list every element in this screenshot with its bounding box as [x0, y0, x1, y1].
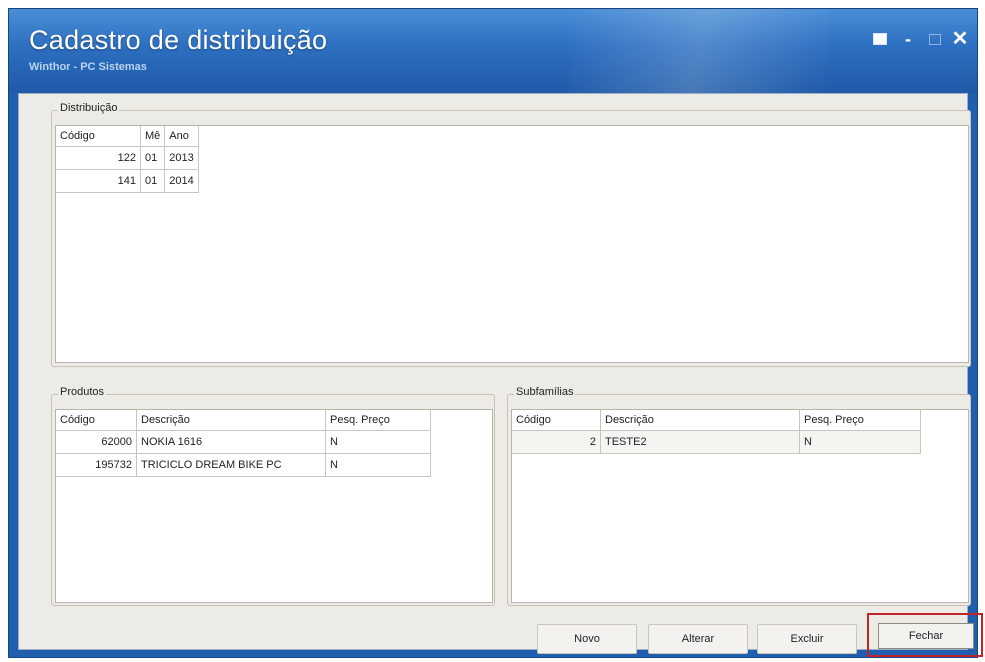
col-mes[interactable]: Mê — [140, 126, 166, 147]
subfamilias-header-row: Código Descrição Pesq. Preço — [512, 410, 921, 431]
cell-codigo[interactable]: 122 — [56, 146, 141, 170]
distribuicao-header-row: Código Mê Ano — [56, 126, 199, 147]
fechar-highlight: Fechar — [867, 613, 983, 657]
produtos-table: Código Descrição Pesq. Preço 62000 NOKIA… — [56, 410, 431, 477]
produtos-grid[interactable]: Código Descrição Pesq. Preço 62000 NOKIA… — [55, 409, 493, 603]
distribuicao-group: Distribuição Código Mê Ano 122 01 2013 1… — [51, 102, 971, 367]
col-pesq-preco[interactable]: Pesq. Preço — [799, 410, 921, 431]
table-row[interactable]: 195732 TRICICLO DREAM BIKE PC N — [56, 453, 431, 477]
title-bar-sheen — [569, 9, 829, 93]
novo-button[interactable]: Novo — [537, 624, 637, 654]
distribuicao-table: Código Mê Ano 122 01 2013 141 01 2014 — [56, 126, 199, 193]
distribuicao-legend: Distribuição — [58, 102, 120, 114]
cell-descricao[interactable]: TESTE2 — [600, 430, 800, 454]
subfamilias-legend: Subfamílias — [514, 386, 576, 398]
cell-ano[interactable]: 2013 — [164, 146, 199, 170]
window-title: Cadastro de distribuição — [29, 25, 328, 55]
fechar-button[interactable]: Fechar — [878, 623, 974, 649]
restore-icon[interactable] — [869, 29, 891, 49]
subfamilias-table: Código Descrição Pesq. Preço 2 TESTE2 N — [512, 410, 921, 454]
cell-pesq-preco[interactable]: N — [325, 453, 431, 477]
cell-codigo[interactable]: 141 — [56, 169, 141, 193]
col-ano[interactable]: Ano — [164, 126, 199, 147]
app-window: Cadastro de distribuição Winthor - PC Si… — [8, 8, 983, 658]
title-bar[interactable]: Cadastro de distribuição Winthor - PC Si… — [9, 9, 977, 93]
cell-descricao[interactable]: TRICICLO DREAM BIKE PC — [136, 453, 326, 477]
table-row[interactable]: 122 01 2013 — [56, 146, 199, 170]
cell-codigo[interactable]: 62000 — [56, 430, 137, 454]
distribuicao-grid[interactable]: Código Mê Ano 122 01 2013 141 01 2014 — [55, 125, 969, 363]
produtos-group: Produtos Código Descrição Pesq. Preço 62… — [51, 386, 495, 606]
col-codigo[interactable]: Código — [56, 410, 137, 431]
cell-codigo[interactable]: 2 — [512, 430, 601, 454]
cell-mes[interactable]: 01 — [140, 146, 166, 170]
cell-mes[interactable]: 01 — [140, 169, 166, 193]
client-area: Distribuição Código Mê Ano 122 01 2013 1… — [18, 93, 983, 657]
produtos-legend: Produtos — [58, 386, 107, 398]
cell-pesq-preco[interactable]: N — [799, 430, 921, 454]
maximize-button[interactable] — [924, 29, 946, 49]
table-row[interactable]: 2 TESTE2 N — [512, 430, 921, 454]
produtos-header-row: Código Descrição Pesq. Preço — [56, 410, 431, 431]
minimize-button[interactable]: - — [897, 29, 919, 49]
table-row[interactable]: 141 01 2014 — [56, 169, 199, 193]
excluir-button[interactable]: Excluir — [757, 624, 857, 654]
subfamilias-grid[interactable]: Código Descrição Pesq. Preço 2 TESTE2 N — [511, 409, 969, 603]
col-descricao[interactable]: Descrição — [136, 410, 326, 431]
col-codigo[interactable]: Código — [512, 410, 601, 431]
col-pesq-preco[interactable]: Pesq. Preço — [325, 410, 431, 431]
window-subtitle: Winthor - PC Sistemas — [29, 61, 147, 73]
table-row[interactable]: 62000 NOKIA 1616 N — [56, 430, 431, 454]
alterar-button[interactable]: Alterar — [648, 624, 748, 654]
col-codigo[interactable]: Código — [56, 126, 141, 147]
col-descricao[interactable]: Descrição — [600, 410, 800, 431]
cell-pesq-preco[interactable]: N — [325, 430, 431, 454]
cell-codigo[interactable]: 195732 — [56, 453, 137, 477]
cell-descricao[interactable]: NOKIA 1616 — [136, 430, 326, 454]
close-button[interactable]: ✕ — [949, 29, 971, 49]
subfamilias-group: Subfamílias Código Descrição Pesq. Preço… — [507, 386, 971, 606]
maximize-icon — [929, 34, 941, 45]
cell-ano[interactable]: 2014 — [164, 169, 199, 193]
